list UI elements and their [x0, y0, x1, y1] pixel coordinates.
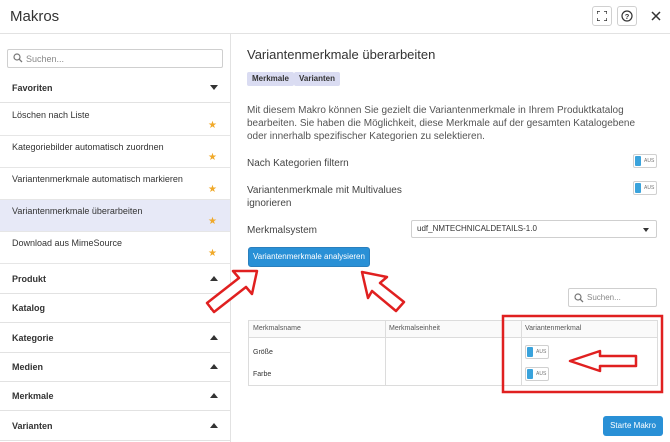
star-icon[interactable]: ★	[208, 152, 217, 163]
tag-merkmale: Merkmale	[247, 72, 294, 86]
annotation-arrow	[360, 270, 406, 313]
tag-varianten: Varianten	[294, 72, 341, 86]
chevron-up-icon	[210, 335, 218, 340]
favorite-item-variantenmerkmale-markieren[interactable]: Variantenmerkmale automatisch markieren …	[0, 168, 230, 200]
favorite-item-kategoriebilder[interactable]: Kategoriebilder automatisch zuordnen ★	[0, 136, 230, 168]
toggle-variantenmerkmal-groesse[interactable]: AUS	[525, 345, 549, 359]
star-icon[interactable]: ★	[208, 184, 217, 195]
merkmalsystem-label: Merkmalsystem	[247, 225, 318, 236]
favorite-item-variantenmerkmale-ueberarbeiten[interactable]: Variantenmerkmale überarbeiten ★	[0, 200, 230, 232]
macro-description: Mit diesem Makro können Sie gezielt die …	[247, 105, 636, 142]
window-title: Makros	[10, 8, 60, 25]
chevron-down-icon	[643, 228, 649, 232]
sidebar: Favoriten Löschen nach Liste ★ Kategorie…	[0, 34, 231, 442]
chevron-up-icon	[210, 423, 218, 428]
section-merkmale[interactable]: Merkmale	[0, 382, 230, 411]
favorite-item-download-mimesource[interactable]: Download aus MimeSource ★	[0, 232, 230, 264]
close-button[interactable]	[646, 6, 666, 26]
column-header-merkmalsname[interactable]: Merkmalsname	[253, 325, 301, 332]
chevron-up-icon	[210, 364, 218, 369]
favorite-item-label: Download aus MimeSource	[12, 238, 123, 248]
option-label-kategorien-filtern: Nach Kategorien filtern	[247, 158, 349, 169]
sidebar-search[interactable]	[7, 49, 223, 68]
favorite-item-loeschen-nach-liste[interactable]: Löschen nach Liste ★	[0, 104, 230, 136]
toggle-state: AUS	[536, 349, 547, 355]
help-icon: ?	[621, 10, 633, 22]
table-search[interactable]	[568, 288, 657, 307]
analyze-button[interactable]: Variantenmerkmale analysieren	[248, 247, 370, 267]
section-label: Medien	[12, 362, 44, 372]
fullscreen-icon	[597, 11, 607, 21]
table-cell-name: Größe	[253, 349, 273, 356]
star-icon[interactable]: ★	[208, 120, 217, 131]
toggle-state: AUS	[644, 185, 655, 191]
section-varianten[interactable]: Varianten	[0, 412, 230, 441]
section-favoriten[interactable]: Favoriten	[0, 74, 230, 103]
section-label: Favoriten	[12, 83, 53, 93]
chevron-down-icon	[210, 85, 218, 90]
chevron-up-icon	[210, 393, 218, 398]
toggle-state: AUS	[536, 371, 547, 377]
table-header	[249, 321, 657, 338]
help-button[interactable]: ?	[617, 6, 637, 26]
svg-text:?: ?	[625, 12, 630, 21]
star-icon[interactable]: ★	[208, 248, 217, 259]
title-bar: Makros ?	[0, 0, 670, 34]
favorite-item-label: Variantenmerkmale automatisch markieren	[12, 174, 183, 184]
search-icon	[574, 293, 584, 303]
chevron-up-icon	[210, 305, 218, 310]
chevron-up-icon	[210, 276, 218, 281]
favorite-item-label: Variantenmerkmale überarbeiten	[12, 206, 143, 216]
section-kategorie[interactable]: Kategorie	[0, 324, 230, 353]
section-medien[interactable]: Medien	[0, 353, 230, 382]
toggle-knob	[635, 183, 641, 193]
star-icon[interactable]: ★	[208, 216, 217, 227]
table-search-input[interactable]	[587, 290, 653, 305]
variant-table: Merkmalsname Merkmalseinheit Variantenme…	[248, 320, 658, 386]
section-label: Varianten	[12, 421, 53, 431]
section-label: Produkt	[12, 274, 47, 284]
column-header-merkmalseinheit[interactable]: Merkmalseinheit	[389, 325, 440, 332]
table-cell-name: Farbe	[253, 371, 272, 378]
toggle-kategorien-filtern[interactable]: AUS	[633, 154, 657, 168]
section-label: Merkmale	[12, 391, 54, 401]
column-header-variantenmerkmal[interactable]: Variantenmerkmal	[525, 325, 581, 332]
page-title: Variantenmerkmale überarbeiten	[247, 47, 436, 62]
toggle-knob	[635, 156, 641, 166]
sidebar-search-input[interactable]	[26, 51, 216, 66]
column-divider	[385, 321, 386, 385]
toggle-state: AUS	[644, 158, 655, 164]
option-label-multivalues-ignorieren: Variantenmerkmale mit Multivalues ignori…	[247, 185, 402, 209]
search-icon	[13, 53, 23, 63]
start-macro-button[interactable]: Starte Makro	[603, 416, 663, 436]
toggle-variantenmerkmal-farbe[interactable]: AUS	[525, 367, 549, 381]
section-label: Kategorie	[12, 333, 54, 343]
favorite-item-label: Löschen nach Liste	[12, 110, 90, 120]
fullscreen-button[interactable]	[592, 6, 612, 26]
toggle-knob	[527, 347, 533, 357]
merkmalsystem-select[interactable]: udf_NMTECHNICALDETAILS-1.0	[411, 220, 657, 238]
close-icon	[651, 11, 661, 21]
section-label: Katalog	[12, 303, 46, 313]
toggle-multivalues-ignorieren[interactable]: AUS	[633, 181, 657, 195]
section-produkt[interactable]: Produkt	[0, 265, 230, 294]
section-katalog[interactable]: Katalog	[0, 294, 230, 323]
column-divider	[521, 321, 522, 385]
toggle-knob	[527, 369, 533, 379]
merkmalsystem-value: udf_NMTECHNICALDETAILS-1.0	[417, 224, 537, 233]
favorite-item-label: Kategoriebilder automatisch zuordnen	[12, 142, 164, 152]
